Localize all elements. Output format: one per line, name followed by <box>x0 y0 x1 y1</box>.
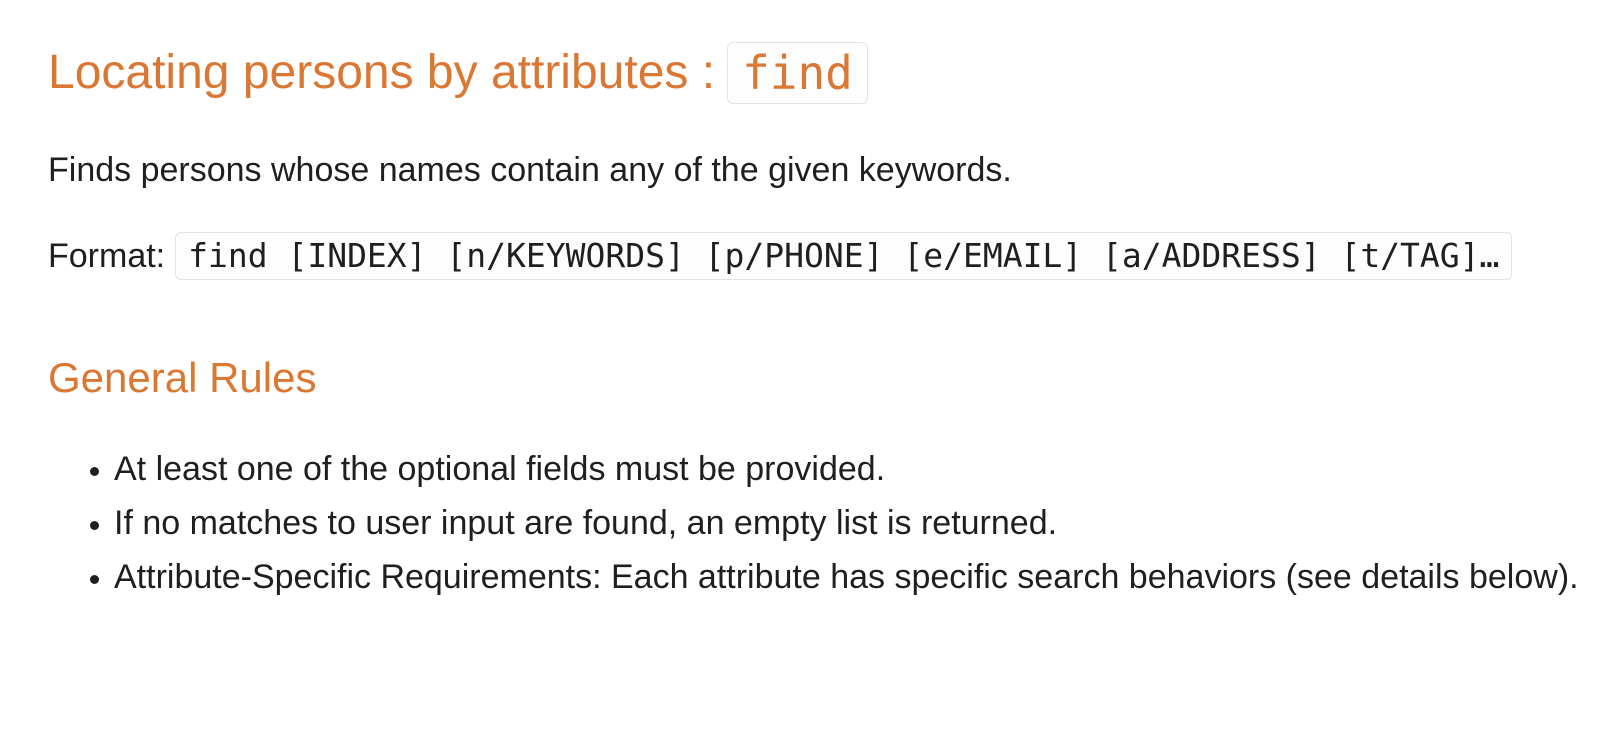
format-label: Format: <box>48 237 166 275</box>
general-rules-list: At least one of the optional fields must… <box>48 442 1588 604</box>
document-content: Locating persons by attributes : find Fi… <box>48 38 1588 604</box>
general-rules-heading: General Rules <box>48 354 317 401</box>
list-item: If no matches to user input are found, a… <box>114 496 1588 550</box>
command-description: Finds persons whose names contain any of… <box>48 151 1012 189</box>
command-code: find <box>727 42 868 104</box>
section-heading-text: Locating persons by attributes : <box>48 46 716 99</box>
list-item: Attribute-Specific Requirements: Each at… <box>114 550 1588 604</box>
section-heading: Locating persons by attributes : find <box>48 38 1588 108</box>
list-item: At least one of the optional fields must… <box>114 442 1588 496</box>
format-code: find [INDEX] [n/KEYWORDS] [p/PHONE] [e/E… <box>175 232 1513 280</box>
format-line: Format: find [INDEX] [n/KEYWORDS] [p/PHO… <box>48 232 1588 280</box>
